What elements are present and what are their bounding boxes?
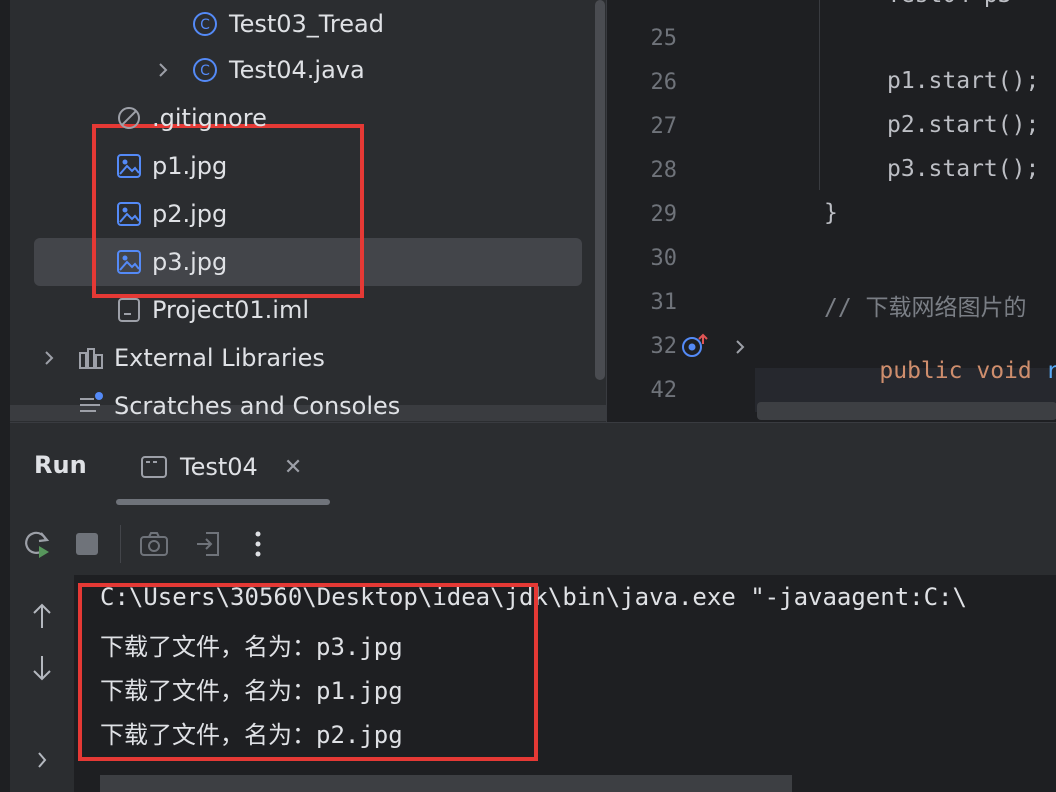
run-tab-label: Test04 (180, 453, 258, 481)
rerun-button[interactable] (20, 527, 54, 561)
svg-text:C: C (200, 63, 210, 79)
ignore-file-icon (118, 107, 140, 129)
tree-item-label: External Libraries (114, 344, 325, 372)
project-tree: C Test03_Tread C Test04.java .gitignore … (10, 0, 606, 422)
tree-item-gitignore[interactable]: .gitignore (10, 94, 600, 142)
chevron-right-icon (38, 752, 47, 768)
code-line-29: } (824, 200, 838, 226)
indent-guide (819, 0, 820, 190)
tree-item-test04[interactable]: C Test04.java (10, 46, 600, 94)
keyword-void: void (976, 358, 1032, 384)
tree-item-p2[interactable]: p2.jpg (10, 190, 600, 238)
rerun-icon (25, 531, 50, 558)
console-line: 下载了文件，名为：p1.jpg (100, 677, 403, 705)
tree-item-test03[interactable]: C Test03_Tread (10, 0, 600, 48)
active-tab-indicator (116, 499, 330, 505)
fold-chevron-icon[interactable] (733, 338, 747, 356)
tree-item-p1[interactable]: p1.jpg (10, 142, 600, 190)
svg-text:C: C (200, 17, 210, 33)
tree-item-label: p2.jpg (152, 200, 228, 228)
tree-item-label: .gitignore (152, 104, 267, 132)
stop-button[interactable] (70, 527, 104, 561)
console-horizontal-scrollbar[interactable] (100, 775, 792, 792)
image-file-icon (117, 154, 141, 178)
libraries-icon (79, 348, 103, 369)
method-name: rur (1046, 358, 1056, 384)
tree-item-p3[interactable]: p3.jpg (10, 238, 600, 286)
line-number: 31 (650, 290, 678, 315)
image-file-icon (117, 202, 141, 226)
code-line-27: p2.start(); (887, 112, 1040, 138)
line-number: 27 (650, 114, 678, 139)
image-file-icon (117, 250, 141, 274)
line-number: 42 (650, 378, 678, 403)
stop-icon (76, 533, 98, 555)
tree-item-label: Project01.iml (152, 296, 309, 324)
code-editor[interactable]: 25 26 27 28 29 30 31 32 42 Test04 p3 p1.… (606, 0, 1056, 422)
close-tab-icon[interactable]: ✕ (284, 455, 302, 480)
toolbar-separator (120, 525, 121, 563)
run-tab-test04[interactable]: Test04 ✕ (140, 441, 330, 493)
implements-method-icon[interactable] (681, 332, 711, 360)
screenshot-button[interactable] (137, 527, 171, 561)
line-number: 29 (650, 202, 678, 227)
keyword-public: public (879, 358, 963, 384)
console-line: C:\Users\30560\Desktop\idea\jdk\bin\java… (100, 583, 967, 611)
exit-icon (197, 532, 219, 556)
line-number: 26 (650, 70, 678, 95)
arrow-down-icon (33, 656, 51, 681)
code-line-28: p3.start(); (887, 156, 1040, 182)
editor-gutter: 25 26 27 28 29 30 31 32 42 (607, 0, 755, 422)
run-toolbar (10, 515, 1056, 575)
chevron-right-icon[interactable] (39, 348, 59, 368)
scroll-down-button[interactable] (28, 653, 56, 683)
expand-button[interactable] (28, 745, 56, 775)
scratches-icon (80, 392, 103, 412)
code-line-26: p1.start(); (887, 68, 1040, 94)
console-output[interactable]: C:\Users\30560\Desktop\idea\jdk\bin\java… (74, 575, 1056, 792)
clipped-code-line: Test04 p3 (887, 0, 1047, 12)
tree-vertical-scrollbar[interactable] (595, 0, 605, 380)
module-file-icon (118, 298, 140, 322)
run-panel-title: Run (34, 451, 87, 479)
line-number: 25 (650, 26, 678, 51)
chevron-right-icon[interactable] (153, 60, 173, 80)
line-number: 30 (650, 246, 678, 271)
tree-item-label: p1.jpg (152, 152, 228, 180)
class-icon: C (193, 58, 217, 82)
tree-item-external-libraries[interactable]: External Libraries (10, 334, 600, 382)
export-button[interactable] (191, 527, 225, 561)
tree-item-label: Test03_Tread (229, 10, 384, 38)
console-icon (141, 456, 167, 478)
camera-icon (140, 532, 168, 556)
run-tool-window: Run Test04 ✕ C:\Users\30560\Desktop\idea… (10, 422, 1056, 792)
tree-item-label: Test04.java (229, 56, 365, 84)
tree-item-label: Scratches and Consoles (114, 392, 401, 420)
editor-horizontal-scrollbar[interactable] (757, 402, 1056, 420)
code-line-31-comment: // 下载网络图片的 (824, 295, 1027, 321)
more-vertical-icon (255, 531, 261, 557)
tree-item-project01-iml[interactable]: Project01.iml (10, 286, 600, 334)
scroll-up-button[interactable] (28, 601, 56, 631)
more-options-button[interactable] (241, 527, 275, 561)
arrow-up-icon (33, 603, 51, 628)
console-line: 下载了文件，名为：p2.jpg (100, 721, 403, 749)
code-line-32: public void rur (824, 332, 1056, 410)
class-icon: C (193, 12, 217, 36)
console-line: 下载了文件，名为：p3.jpg (100, 633, 403, 661)
line-number: 32 (650, 334, 678, 359)
line-number: 28 (650, 158, 678, 183)
tree-item-label: p3.jpg (152, 248, 228, 276)
